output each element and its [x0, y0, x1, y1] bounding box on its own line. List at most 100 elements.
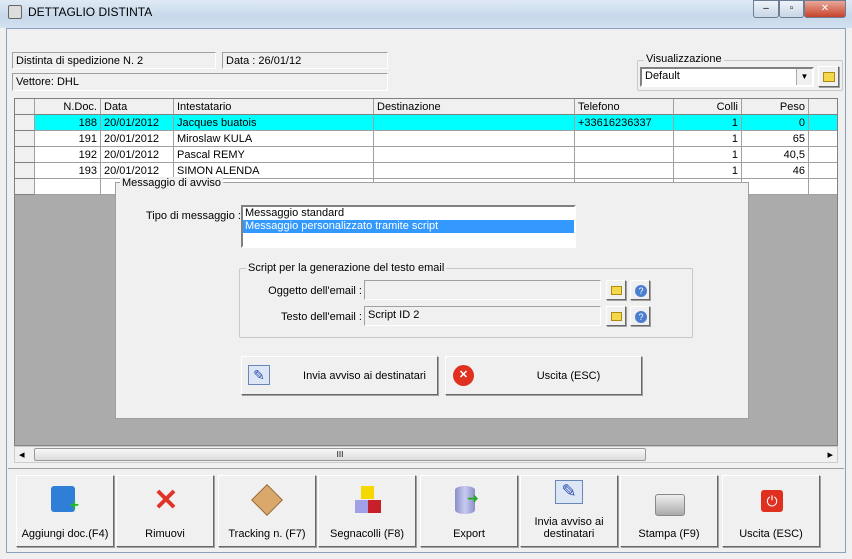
- subject-folder-button[interactable]: [606, 280, 626, 300]
- table-cell-extra[interactable]: [809, 163, 837, 179]
- table-cell-telefono[interactable]: +33616236337: [575, 115, 674, 131]
- row-selector[interactable]: [15, 163, 35, 179]
- table-cell-destinazione[interactable]: [374, 163, 575, 179]
- table-cell-peso[interactable]: 0: [742, 115, 809, 131]
- scroll-right-icon[interactable]: ▸: [827, 448, 833, 461]
- table-cell-data[interactable]: 20/01/2012: [101, 147, 174, 163]
- table-cell-destinazione[interactable]: [374, 115, 575, 131]
- message-type-list[interactable]: Messaggio standard Messaggio personalizz…: [241, 205, 576, 248]
- column-header-peso[interactable]: Peso: [742, 99, 809, 115]
- toolbar-button-label: Uscita (ESC): [739, 528, 803, 540]
- body-label: Testo dell'email :: [281, 311, 362, 323]
- column-header-colli[interactable]: Colli: [674, 99, 742, 115]
- body-help-button[interactable]: ?: [630, 306, 650, 326]
- help-icon: ?: [635, 311, 647, 323]
- subject-label: Oggetto dell'email :: [268, 285, 362, 297]
- table-cell-colli[interactable]: 1: [674, 131, 742, 147]
- package-icon: [251, 484, 283, 516]
- maximize-button[interactable]: ▫: [779, 0, 804, 18]
- toolbar-button-tracking-n-f7[interactable]: Tracking n. (F7): [218, 475, 316, 547]
- view-folder-button[interactable]: [818, 66, 839, 87]
- subject-help-button[interactable]: ?: [630, 280, 650, 300]
- table-cell-data[interactable]: 20/01/2012: [101, 131, 174, 147]
- table-cell-extra[interactable]: [809, 115, 837, 131]
- table-cell-ndoc[interactable]: 193: [35, 163, 101, 179]
- toolbar-button-label: Stampa (F9): [638, 528, 700, 540]
- table-cell-ndoc[interactable]: 192: [35, 147, 101, 163]
- add-document-icon: +: [51, 486, 81, 516]
- table-cell-extra[interactable]: [809, 131, 837, 147]
- view-select-value: Default: [645, 70, 680, 82]
- dialog-legend: Messaggio di avviso: [120, 177, 224, 189]
- table-cell-ndoc[interactable]: 188: [35, 115, 101, 131]
- app-icon: [8, 5, 22, 19]
- send-notice-button[interactable]: ✎ Invia avviso ai destinatari: [241, 356, 438, 395]
- toolbar-button-segnacolli-f8[interactable]: Segnacolli (F8): [318, 475, 416, 547]
- script-group: Script per la generazione del testo emai…: [239, 262, 693, 338]
- empty-cell[interactable]: [742, 179, 809, 195]
- horizontal-scrollbar[interactable]: ◂ III ▸: [14, 446, 838, 463]
- toolbar-button-label: Aggiungi doc.(F4): [21, 528, 109, 540]
- table-cell-intestatario[interactable]: Pascal REMY: [174, 147, 374, 163]
- table-cell-ndoc[interactable]: 191: [35, 131, 101, 147]
- toolbar-button-stampa-f9[interactable]: Stampa (F9): [620, 475, 718, 547]
- table-cell-colli[interactable]: 1: [674, 147, 742, 163]
- table-cell-colli[interactable]: 1: [674, 163, 742, 179]
- toolbar-button-invia-avviso-ai-destinatari[interactable]: ✎ Invia avviso ai destinatari: [520, 475, 618, 547]
- row-selector[interactable]: [15, 115, 35, 131]
- row-header-corner: [15, 99, 35, 115]
- table-cell-extra[interactable]: [809, 147, 837, 163]
- table-cell-telefono[interactable]: [575, 147, 674, 163]
- empty-cell[interactable]: [35, 179, 101, 195]
- row-selector[interactable]: [15, 131, 35, 147]
- scroll-thumb[interactable]: III: [34, 448, 646, 461]
- toolbar-button-label: Invia avviso ai destinatari: [534, 516, 604, 540]
- table-cell-data[interactable]: 20/01/2012: [101, 115, 174, 131]
- column-header-telefono[interactable]: Telefono: [575, 99, 674, 115]
- table-cell-extra[interactable]: [809, 179, 837, 195]
- toolbar-button-label: Tracking n. (F7): [228, 528, 306, 540]
- row-selector[interactable]: [15, 179, 35, 195]
- toolbar-button-aggiungi-doc-f4[interactable]: + Aggiungi doc.(F4): [16, 475, 114, 547]
- divider: [8, 468, 844, 469]
- body-folder-button[interactable]: [606, 306, 626, 326]
- exit-button[interactable]: ✕ Uscita (ESC): [445, 356, 642, 395]
- option-script[interactable]: Messaggio personalizzato tramite script: [243, 220, 574, 233]
- table-cell-telefono[interactable]: [575, 131, 674, 147]
- option-standard[interactable]: Messaggio standard: [243, 207, 574, 220]
- minimize-button[interactable]: –: [753, 0, 779, 18]
- column-header-ndoc[interactable]: N.Doc.: [35, 99, 101, 115]
- subject-field[interactable]: [364, 280, 601, 300]
- scroll-left-icon[interactable]: ◂: [19, 448, 25, 461]
- table-cell-intestatario[interactable]: Miroslaw KULA: [174, 131, 374, 147]
- column-header-data[interactable]: Data: [101, 99, 174, 115]
- toolbar-button-label: Export: [453, 528, 485, 540]
- row-selector[interactable]: [15, 147, 35, 163]
- cubes-icon: [353, 486, 383, 516]
- column-header-extra[interactable]: [809, 99, 837, 115]
- table-cell-colli[interactable]: 1: [674, 115, 742, 131]
- table-cell-peso[interactable]: 40,5: [742, 147, 809, 163]
- view-select[interactable]: Default ▼: [640, 67, 814, 87]
- column-header-destinazione[interactable]: Destinazione: [374, 99, 575, 115]
- table-cell-destinazione[interactable]: [374, 131, 575, 147]
- toolbar-button-rimuovi[interactable]: ✕ Rimuovi: [116, 475, 214, 547]
- date-label: Data : 26/01/12: [222, 52, 388, 69]
- table-cell-intestatario[interactable]: Jacques buatois: [174, 115, 374, 131]
- close-button[interactable]: ✕: [804, 0, 846, 18]
- printer-icon: [655, 486, 685, 516]
- toolbar-button-label: Rimuovi: [145, 528, 185, 540]
- notice-dialog: Messaggio di avviso Tipo di messaggio : …: [115, 177, 749, 419]
- message-type-label: Tipo di messaggio :: [146, 210, 241, 222]
- column-header-intestatario[interactable]: Intestatario: [174, 99, 374, 115]
- table-cell-peso[interactable]: 65: [742, 131, 809, 147]
- toolbar-button-uscita-esc[interactable]: ⏻ Uscita (ESC): [722, 475, 820, 547]
- body-field[interactable]: Script ID 2: [364, 306, 601, 326]
- table-cell-peso[interactable]: 46: [742, 163, 809, 179]
- table-cell-telefono[interactable]: [575, 163, 674, 179]
- mail-pen-icon: ✎: [248, 365, 270, 385]
- chevron-down-icon[interactable]: ▼: [796, 69, 812, 85]
- table-cell-destinazione[interactable]: [374, 147, 575, 163]
- remove-x-icon: ✕: [153, 484, 179, 517]
- toolbar-button-export[interactable]: ➜ Export: [420, 475, 518, 547]
